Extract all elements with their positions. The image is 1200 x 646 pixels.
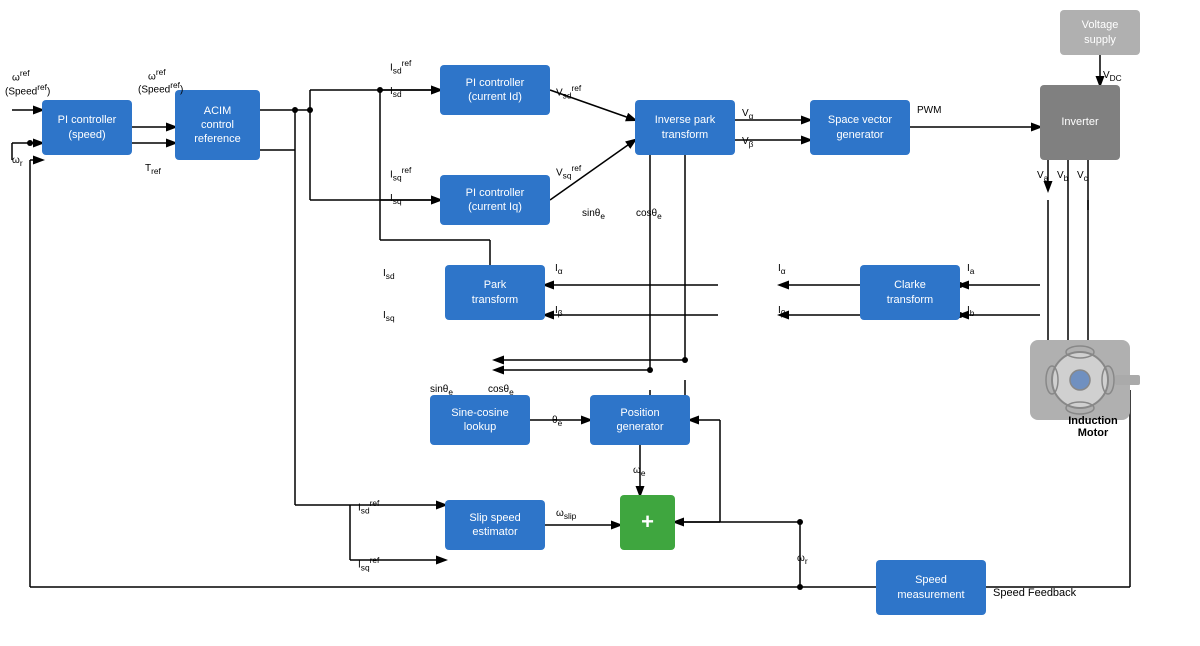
i-alpha1-label: Iα <box>555 263 563 276</box>
va-label: Va <box>1037 170 1048 183</box>
i-alpha2-label: Iα <box>778 263 786 276</box>
park-transform-block: Parktransform <box>445 265 545 320</box>
i-beta1-label: Iβ <box>555 305 563 318</box>
isd-ref-bot-label: Isdref <box>358 498 379 515</box>
isd-park-label: Isd <box>383 268 395 281</box>
v-alpha-label: Vα <box>742 108 754 121</box>
speed-ref-label: (Speedref) <box>5 82 50 97</box>
cos-theta-top-label: cosθe <box>636 208 662 221</box>
cos-theta-bot-label: cosθe <box>488 384 514 397</box>
sine-cosine-block: Sine-cosinelookup <box>430 395 530 445</box>
isq-park-label: Isq <box>383 310 395 323</box>
speed-feedback-label: Speed Feedback <box>993 587 1076 599</box>
pi-speed-block: PI controller(speed) <box>42 100 132 155</box>
slip-estimator-block: Slip speedestimator <box>445 500 545 550</box>
svgen-block: Space vectorgenerator <box>810 100 910 155</box>
sin-theta-top-label: sinθe <box>582 208 605 221</box>
diagram-container: PI controller(speed) ACIMcontrolreferenc… <box>0 0 1200 646</box>
pwm-label: PWM <box>917 105 941 116</box>
vsq-ref-label: Vsqref <box>556 163 581 180</box>
t-ref-label: Tref <box>145 163 161 176</box>
w-e-label: ωe <box>633 465 645 478</box>
pi-id-block: PI controller(current Id) <box>440 65 550 115</box>
vdc-label: VDC <box>1103 70 1122 83</box>
isq-ref-label: Isqref <box>390 165 411 182</box>
w-slip-label: ωslip <box>556 508 576 521</box>
induction-motor-graphic <box>1025 310 1145 470</box>
vsd-ref-label: Vsdref <box>556 83 581 100</box>
sin-theta-bot-label: sinθe <box>430 384 453 397</box>
vb-label: Vb <box>1057 170 1068 183</box>
speed-measurement-block: Speedmeasurement <box>876 560 986 615</box>
inverter-block: Inverter <box>1040 85 1120 160</box>
isq-ref-bot-label: Isqref <box>358 555 379 572</box>
vc-label: Vc <box>1077 170 1088 183</box>
voltage-supply-block: Voltagesupply <box>1060 10 1140 55</box>
i-beta2-label: Iβ <box>778 305 786 318</box>
v-beta-label: Vβ <box>742 136 753 149</box>
isq-label: Isq <box>390 193 402 206</box>
plus-block: + <box>620 495 675 550</box>
i-b-label: Ib <box>967 305 974 318</box>
motor-label: InductionMotor <box>1048 415 1138 439</box>
theta-e-label: θe <box>552 415 562 428</box>
inv-park-block: Inverse parktransform <box>635 100 735 155</box>
clarke-transform-block: Clarketransform <box>860 265 960 320</box>
acim-block: ACIMcontrolreference <box>175 90 260 160</box>
w-r-label: ωr <box>12 155 23 168</box>
i-a-label: Ia <box>967 263 974 276</box>
isd-label: Isd <box>390 86 402 99</box>
speed-ref2-label: (Speedref) <box>138 80 183 95</box>
isd-ref-label: Isdref <box>390 58 411 75</box>
w-r-bot-label: ωr <box>797 553 808 566</box>
pi-iq-block: PI controller(current Iq) <box>440 175 550 225</box>
pos-gen-block: Positiongenerator <box>590 395 690 445</box>
